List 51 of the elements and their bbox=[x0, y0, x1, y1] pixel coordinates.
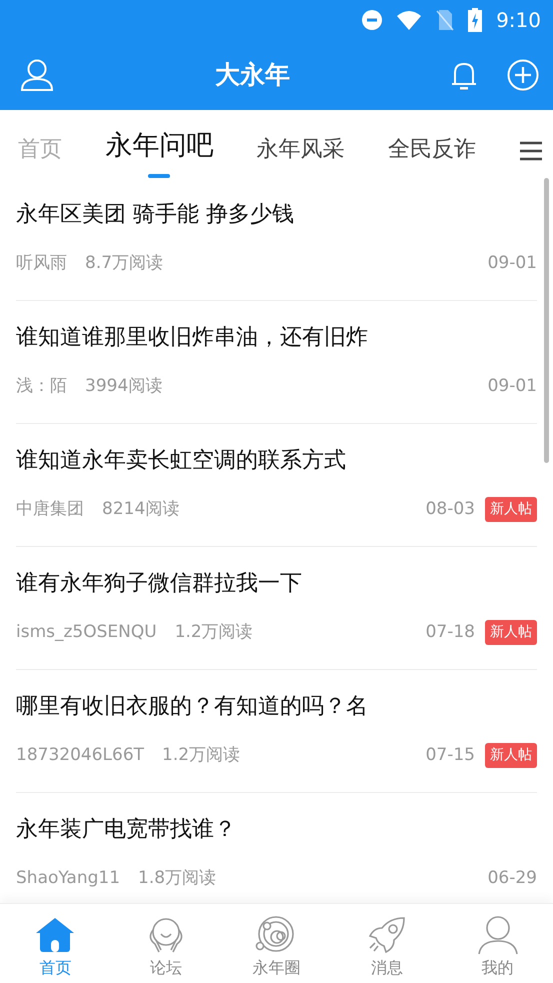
post-title: 永年装广电宽带找谁？ bbox=[16, 816, 237, 844]
person-icon bbox=[476, 916, 519, 956]
read-count: 1.8万阅读 bbox=[138, 867, 216, 890]
nav-tab[interactable]: 永年圈 bbox=[221, 904, 332, 983]
read-count: 8.7万阅读 bbox=[85, 252, 164, 275]
post-author: ShaoYang11 bbox=[16, 867, 120, 890]
nav-tab[interactable]: 我的 bbox=[442, 904, 553, 983]
post-author: 中唐集团 bbox=[16, 498, 84, 521]
post-author: isms_z5OSENQU bbox=[16, 621, 157, 644]
post-author: 浅：陌 bbox=[16, 375, 67, 398]
post-item[interactable]: 谁有永年狗子微信群拉我一下 isms_z5OSENQU 1.2万阅读 07-18 新人帖 bbox=[16, 547, 537, 670]
post-date: 06-29 bbox=[488, 867, 537, 890]
tab[interactable]: 永年问吧 bbox=[105, 120, 214, 178]
nav-tab[interactable]: 论坛 bbox=[110, 904, 222, 983]
post-title: 哪里有收旧衣服的？有知道的吗？名 bbox=[16, 693, 369, 721]
post-item[interactable]: 永年装广电宽带找谁？ ShaoYang11 1.8万阅读 06-29 bbox=[16, 793, 537, 903]
post-author: 听风雨 bbox=[16, 252, 67, 275]
menu-icon[interactable] bbox=[519, 140, 543, 161]
tab[interactable]: 全民反诈 bbox=[388, 127, 476, 178]
post-date: 09-01 bbox=[488, 252, 537, 275]
profile-icon[interactable] bbox=[20, 58, 54, 92]
post-item[interactable]: 哪里有收旧衣服的？有知道的吗？名 18732046L66T 1.2万阅读 07-15 新人帖 bbox=[16, 670, 537, 793]
post-date: 07-18 bbox=[426, 621, 475, 644]
post-title: 谁知道谁那里收旧炸串油，还有旧炸 bbox=[16, 324, 369, 352]
post-item[interactable]: 谁知道谁那里收旧炸串油，还有旧炸 浅：陌 3994阅读 09-01 bbox=[16, 301, 537, 424]
battery-charging-icon bbox=[468, 8, 482, 32]
post-item[interactable]: 谁知道永年卖长虹空调的联系方式 中唐集团 8214阅读 08-03 新人帖 bbox=[16, 424, 537, 547]
tab[interactable]: 永年风采 bbox=[256, 127, 344, 178]
read-count: 8214阅读 bbox=[102, 498, 180, 521]
read-count: 3994阅读 bbox=[85, 375, 162, 398]
read-count: 1.2万阅读 bbox=[162, 744, 240, 767]
bell-icon[interactable] bbox=[451, 60, 477, 90]
post-title: 永年区美团 骑手能 挣多少钱 bbox=[16, 201, 295, 229]
app-title: 大永年 bbox=[215, 59, 290, 92]
read-count: 1.2万阅读 bbox=[174, 621, 253, 644]
do-not-disturb-icon bbox=[362, 10, 382, 30]
new-post-tag: 新人帖 bbox=[485, 620, 537, 646]
add-icon[interactable] bbox=[507, 59, 539, 91]
new-post-tag: 新人帖 bbox=[485, 497, 537, 522]
new-post-tag: 新人帖 bbox=[485, 743, 537, 768]
no-sim-icon bbox=[436, 9, 454, 31]
post-item[interactable]: 永年区美团 骑手能 挣多少钱 听风雨 8.7万阅读 09-01 bbox=[16, 178, 537, 301]
post-date: 07-15 bbox=[426, 744, 475, 767]
post-title: 谁知道永年卖长虹空调的联系方式 bbox=[16, 447, 347, 475]
post-title: 谁有永年狗子微信群拉我一下 bbox=[16, 570, 303, 598]
post-date: 08-03 bbox=[426, 498, 475, 521]
post-date: 09-01 bbox=[488, 375, 537, 398]
wifi-icon bbox=[396, 10, 422, 30]
nav-tab[interactable]: 消息 bbox=[332, 904, 442, 983]
post-author: 18732046L66T bbox=[16, 744, 144, 767]
clock-time: 9:10 bbox=[496, 7, 541, 34]
